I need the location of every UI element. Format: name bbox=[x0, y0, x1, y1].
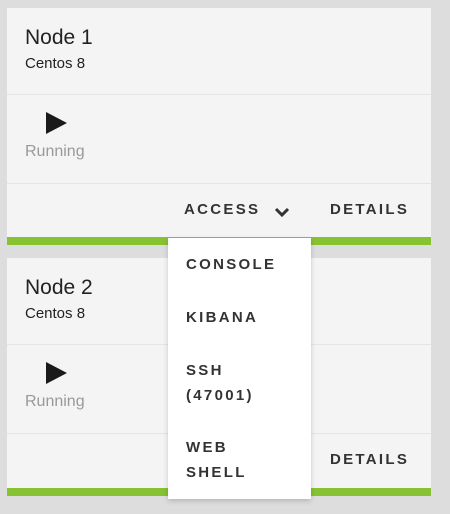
node-title: Node 1 bbox=[25, 26, 93, 49]
menu-item-console[interactable]: CONSOLE bbox=[186, 252, 276, 277]
chevron-down-icon[interactable] bbox=[274, 206, 290, 218]
access-button[interactable]: ACCESS bbox=[184, 201, 260, 218]
play-icon bbox=[46, 112, 67, 134]
details-button[interactable]: DETAILS bbox=[330, 201, 409, 218]
play-icon bbox=[46, 362, 67, 384]
card-header: Node 1 Centos 8 bbox=[7, 8, 431, 95]
menu-item-ssh[interactable]: SSH (47001) bbox=[186, 358, 286, 408]
details-button[interactable]: DETAILS bbox=[330, 451, 409, 468]
node-os: Centos 8 bbox=[25, 305, 86, 322]
status-text: Running bbox=[25, 143, 85, 160]
node-os: Centos 8 bbox=[25, 55, 86, 72]
status-text: Running bbox=[25, 393, 85, 410]
menu-item-web-shell[interactable]: WEB SHELL bbox=[186, 435, 276, 485]
node-card: Node 1 Centos 8 Running ACCESS DETAILS bbox=[7, 8, 431, 245]
access-dropdown-menu: CONSOLE KIBANA SSH (47001) WEB SHELL bbox=[168, 238, 311, 499]
card-actions: ACCESS DETAILS bbox=[7, 184, 431, 237]
status-section: Running bbox=[7, 95, 431, 184]
node-title: Node 2 bbox=[25, 276, 93, 299]
menu-item-kibana[interactable]: KIBANA bbox=[186, 305, 258, 330]
